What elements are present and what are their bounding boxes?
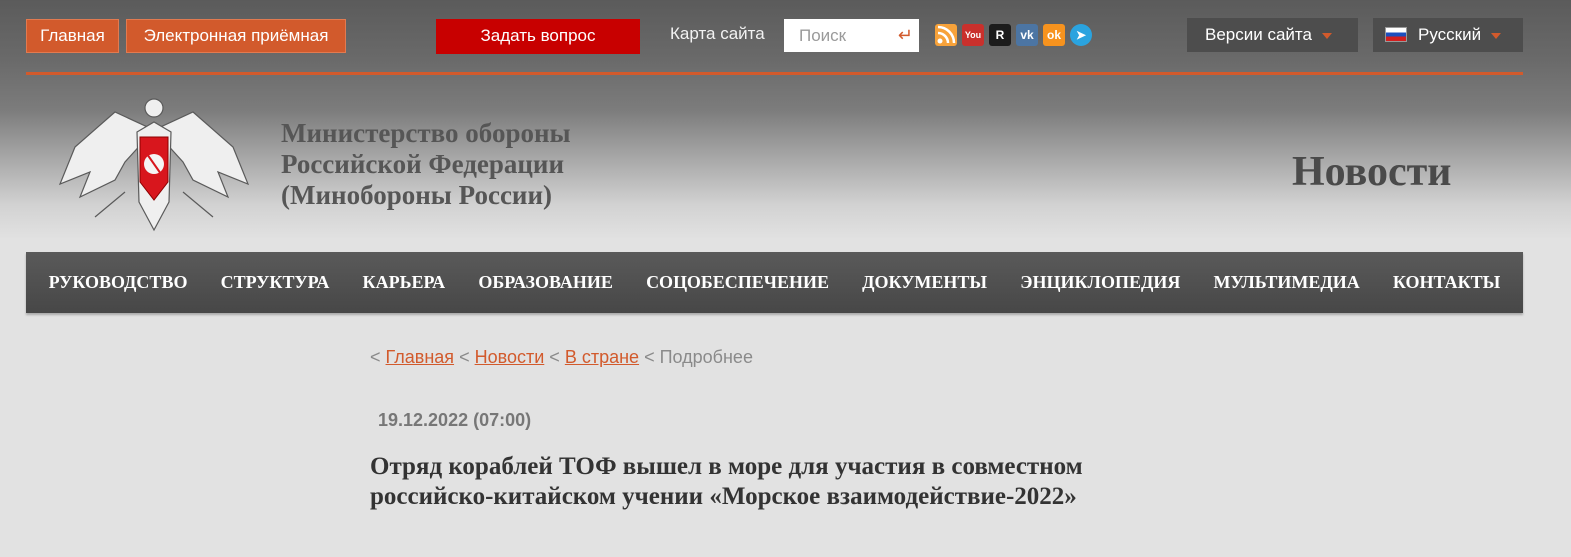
ask-question-button[interactable]: Задать вопрос — [436, 19, 640, 54]
home-button[interactable]: Главная — [26, 19, 119, 53]
ministry-name[interactable]: Министерство обороны Российской Федераци… — [281, 118, 571, 211]
ministry-name-line: Министерство обороны — [281, 118, 571, 148]
reception-button[interactable]: Электронная приёмная — [126, 19, 346, 53]
article-date: 19.12.2022 (07:00) — [378, 410, 532, 430]
ministry-emblem-logo[interactable] — [55, 92, 253, 232]
chevron-down-icon — [1321, 32, 1332, 39]
breadcrumb-country-link[interactable]: В стране — [565, 347, 639, 367]
breadcrumb-separator: < — [459, 347, 470, 367]
site-versions-label: Версии сайта — [1205, 25, 1312, 44]
odnoklassniki-icon[interactable]: ok — [1043, 24, 1065, 46]
chevron-down-icon — [1491, 32, 1502, 39]
search-box: ↵ — [784, 19, 919, 52]
breadcrumb: < Главная < Новости < В стране < Подробн… — [370, 347, 753, 368]
divider — [26, 72, 1523, 75]
russia-flag-icon — [1385, 27, 1407, 42]
breadcrumb-separator: < — [644, 347, 655, 367]
language-dropdown[interactable]: Русский — [1373, 18, 1523, 52]
nav-item-multimedia[interactable]: МУЛЬТИМЕДИА — [1214, 272, 1360, 293]
site-versions-dropdown[interactable]: Версии сайта — [1187, 18, 1358, 52]
breadcrumb-news-link[interactable]: Новости — [475, 347, 545, 367]
section-title: Новости — [1292, 149, 1452, 195]
social-links: You Rvk ok ➤ — [935, 24, 1095, 46]
nav-item-encyclopedia[interactable]: ЭНЦИКЛОПЕДИЯ — [1020, 272, 1180, 293]
ministry-name-line: Российской Федерации — [281, 149, 565, 179]
breadcrumb-home-link[interactable]: Главная — [386, 347, 455, 367]
nav-item-documents[interactable]: ДОКУМЕНТЫ — [862, 272, 987, 293]
sitemap-link[interactable]: Карта сайта — [670, 24, 765, 44]
telegram-icon[interactable]: ➤ — [1070, 24, 1092, 46]
rutube-icon[interactable]: R — [989, 24, 1011, 46]
nav-item-education[interactable]: ОБРАЗОВАНИЕ — [478, 272, 613, 293]
enter-icon[interactable]: ↵ — [898, 25, 913, 46]
youtube-icon[interactable]: You — [962, 24, 984, 46]
article-title: Отряд кораблей ТОФ вышел в море для учас… — [370, 453, 1083, 510]
nav-item-social-security[interactable]: СОЦОБЕСПЕЧЕНИЕ — [646, 272, 829, 293]
nav-item-structure[interactable]: СТРУКТУРА — [221, 272, 330, 293]
breadcrumb-separator: < — [370, 347, 381, 367]
ministry-name-line: (Минобороны России) — [281, 180, 553, 210]
breadcrumb-separator: < — [549, 347, 560, 367]
vk-icon[interactable]: vk — [1016, 24, 1038, 46]
nav-item-contacts[interactable]: КОНТАКТЫ — [1393, 272, 1500, 293]
nav-item-leadership[interactable]: РУКОВОДСТВО — [49, 272, 188, 293]
rss-icon[interactable] — [935, 24, 957, 46]
search-input[interactable] — [784, 19, 909, 52]
main-nav: РУКОВОДСТВО СТРУКТУРА КАРЬЕРА ОБРАЗОВАНИ… — [26, 252, 1523, 313]
breadcrumb-current: Подробнее — [659, 347, 753, 367]
nav-item-career[interactable]: КАРЬЕРА — [363, 272, 446, 293]
page: Главная Электронная приёмная Задать вопр… — [0, 0, 1571, 557]
language-label: Русский — [1418, 25, 1482, 44]
